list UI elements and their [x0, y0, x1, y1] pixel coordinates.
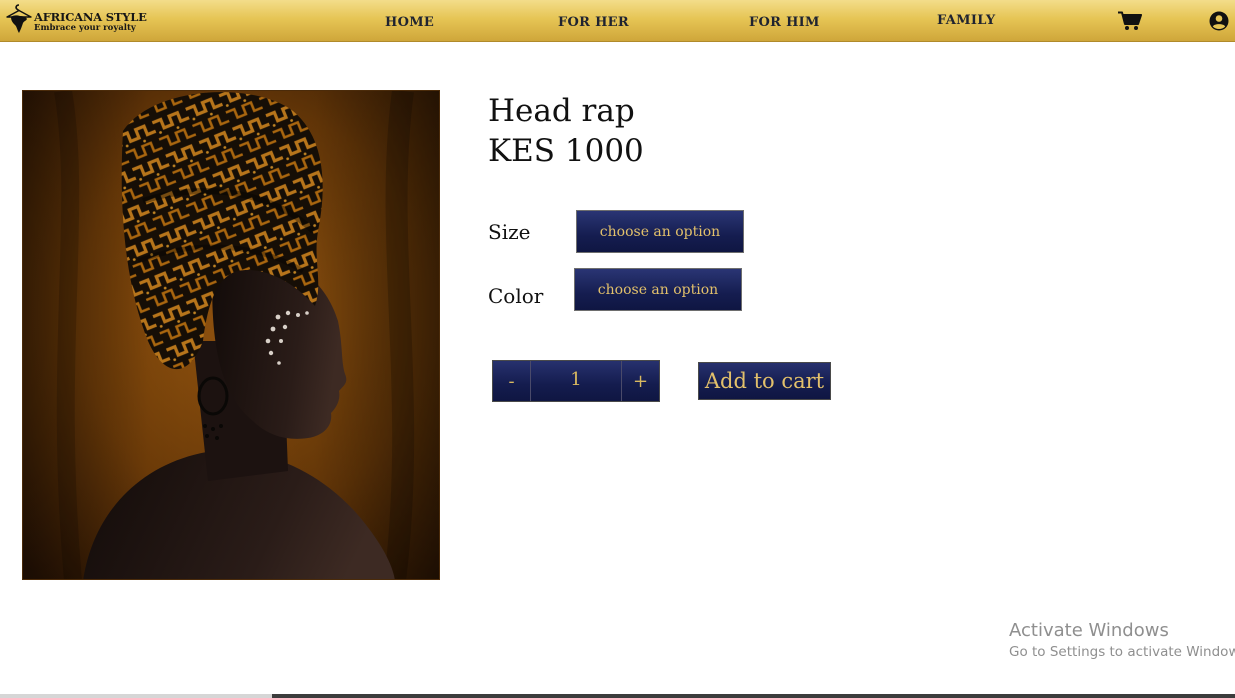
woman-headwrap-photo: [23, 91, 439, 579]
top-navbar: AFRICANA STYLE Embrace your royalty HOME…: [0, 0, 1235, 42]
product-image: [22, 90, 440, 580]
scrollbar-track: [0, 694, 272, 698]
size-select-text: choose an option: [599, 223, 721, 240]
nav-for-her[interactable]: FOR HER: [558, 15, 629, 30]
user-circle-icon[interactable]: [1209, 11, 1229, 31]
brand-tagline: Embrace your royalty: [34, 23, 136, 33]
size-select[interactable]: choose an option: [576, 210, 744, 253]
quantity-value[interactable]: 1: [530, 361, 622, 401]
nav-for-him[interactable]: FOR HIM: [749, 15, 820, 30]
color-select-text: choose an option: [597, 281, 719, 298]
shopping-cart-icon[interactable]: [1118, 11, 1142, 31]
nav-home[interactable]: HOME: [385, 15, 434, 30]
size-label: Size: [488, 220, 531, 244]
quantity-increase-button[interactable]: +: [622, 361, 659, 401]
nav-family[interactable]: FAMILY: [937, 13, 995, 28]
color-label: Color: [488, 284, 544, 308]
windows-activation-title: Activate Windows: [1009, 620, 1169, 641]
brand-logo[interactable]: AFRICANA STYLE Embrace your royalty: [5, 3, 147, 37]
windows-activation-subtitle: Go to Settings to activate Windows.: [1009, 644, 1235, 660]
product-price: KES 1000: [488, 133, 644, 169]
quantity-stepper: - 1 +: [492, 360, 660, 402]
horizontal-scrollbar[interactable]: [272, 694, 1235, 698]
brand-name: AFRICANA STYLE: [34, 10, 147, 24]
hanger-africa-icon: [6, 4, 32, 33]
add-to-cart-button[interactable]: Add to cart: [698, 362, 831, 400]
color-select[interactable]: choose an option: [574, 268, 742, 311]
product-name: Head rap: [488, 93, 635, 129]
quantity-decrease-button[interactable]: -: [493, 361, 530, 401]
